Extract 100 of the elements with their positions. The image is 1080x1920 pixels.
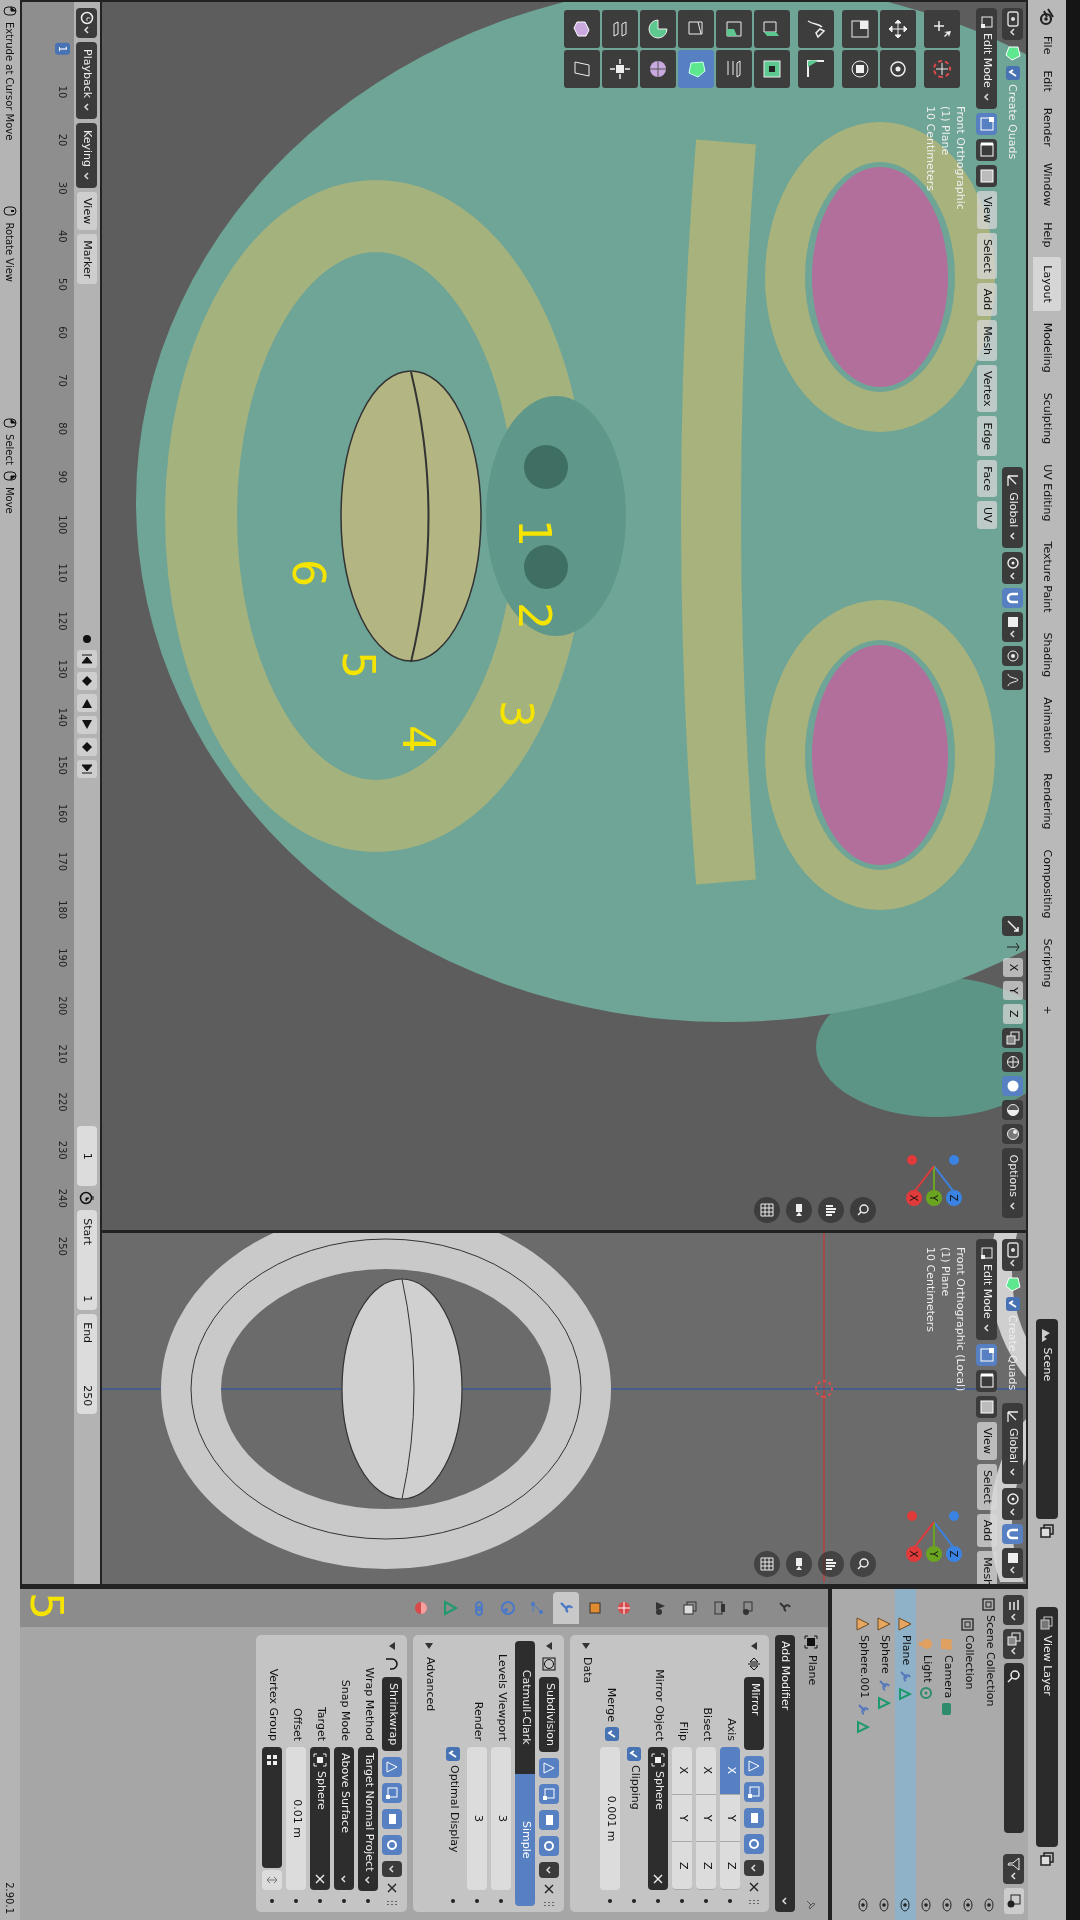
frame-number: 50: [56, 278, 69, 291]
axis-toggle[interactable]: Z: [720, 1842, 741, 1890]
workspace-tab[interactable]: Modeling: [1032, 314, 1062, 381]
frame-number: 20: [56, 133, 69, 147]
frame-number: 250: [56, 1236, 69, 1256]
number-field[interactable]: 3: [491, 1747, 512, 1890]
header-menu[interactable]: Mesh: [977, 320, 997, 362]
scene-selector[interactable]: Scene: [1035, 1318, 1059, 1519]
header-menu[interactable]: Keying: [76, 123, 98, 189]
menu-item[interactable]: Render: [1036, 101, 1058, 153]
number-field[interactable]: 3: [467, 1747, 488, 1890]
axis-toggle[interactable]: Y: [696, 1794, 717, 1843]
menu-item[interactable]: Help: [1036, 216, 1058, 254]
annotation-number: 5: [336, 651, 380, 679]
modifier-name-field[interactable]: Mirror: [744, 1677, 765, 1750]
menu-item[interactable]: Edit: [1036, 64, 1058, 98]
workspace-tab[interactable]: UV Editing: [1032, 456, 1062, 530]
axis-toggle[interactable]: Z: [672, 1842, 693, 1890]
viewport-info-text: Front Orthographic: [953, 106, 968, 210]
menu-item[interactable]: Window: [1036, 156, 1058, 213]
modifier-name-field[interactable]: Shrinkwrap: [382, 1677, 403, 1752]
checkbox-label: Create Quads: [1005, 84, 1021, 160]
menu-item[interactable]: File: [1036, 30, 1058, 61]
outliner-row[interactable]: Plane: [895, 1589, 916, 1920]
segmented-option[interactable]: Simple: [515, 1773, 536, 1906]
axis-toggle[interactable]: X: [1003, 957, 1023, 978]
frame-number: 180: [56, 900, 69, 920]
workspace-tab[interactable]: Scripting: [1032, 930, 1062, 996]
field-label: Start: [80, 1218, 96, 1246]
header-menu[interactable]: Marker: [77, 234, 97, 285]
header-menu[interactable]: Select: [977, 232, 997, 279]
field-label: Render: [470, 1700, 486, 1741]
workspace-tab[interactable]: Rendering: [1032, 765, 1062, 838]
subpanel-title[interactable]: Data: [578, 1657, 595, 1684]
outliner-item-label: Plane: [898, 1635, 914, 1666]
checkbox[interactable]: Optimal Display: [445, 1747, 462, 1853]
frame-number: 100: [56, 515, 69, 535]
dropdown-field[interactable]: Above Surface: [334, 1747, 355, 1890]
workspace-tab[interactable]: Animation: [1032, 689, 1062, 762]
axis-toggle[interactable]: X: [696, 1747, 717, 1795]
playhead[interactable]: 1: [55, 42, 70, 56]
mode-dropdown[interactable]: Edit Mode: [976, 1239, 998, 1340]
options-dropdown[interactable]: Options: [1002, 1147, 1024, 1218]
view-layer-selector[interactable]: View Layer: [1035, 1606, 1059, 1847]
header-menu[interactable]: View: [977, 190, 997, 229]
workspace-tab[interactable]: Shading: [1032, 624, 1062, 686]
header-menu[interactable]: View: [77, 192, 97, 231]
mode-dropdown[interactable]: Edit Mode: [976, 8, 998, 109]
subpanel-title[interactable]: Advanced: [421, 1657, 438, 1712]
outliner-row[interactable]: Sphere: [874, 1589, 895, 1920]
start-frame-field[interactable]: Start 1: [77, 1210, 97, 1311]
object-field[interactable]: Sphere: [310, 1747, 331, 1890]
modifier-name-field[interactable]: Subdivision: [539, 1677, 560, 1753]
orientation-dropdown[interactable]: Global: [1002, 467, 1024, 549]
axis-toggle[interactable]: X: [720, 1747, 741, 1795]
outliner-row[interactable]: Light: [916, 1589, 937, 1920]
frame-number: 190: [56, 948, 69, 968]
axis-label: X: [908, 1194, 919, 1202]
add-modifier-dropdown[interactable]: Add Modifier: [775, 1635, 795, 1912]
outliner-row[interactable]: Collection: [958, 1589, 979, 1920]
add-workspace-tab[interactable]: +: [1036, 999, 1058, 1021]
status-hint: Rotate View: [3, 222, 17, 283]
header-menu[interactable]: Playback: [76, 42, 98, 120]
header-menu[interactable]: Add: [977, 1513, 997, 1548]
header-menu[interactable]: Add: [977, 282, 997, 317]
workspace-tab[interactable]: Compositing: [1032, 841, 1062, 927]
object-field[interactable]: Sphere: [648, 1747, 669, 1890]
header-menu[interactable]: Face: [977, 460, 997, 497]
axis-toggle[interactable]: Y: [672, 1794, 693, 1843]
version-text: 2.90.1: [3, 1882, 17, 1914]
outliner-row[interactable]: Sphere.001: [853, 1589, 874, 1920]
outliner-row[interactable]: Scene Collection: [979, 1589, 1000, 1920]
header-menu[interactable]: Vertex: [977, 365, 997, 413]
workspace-tab[interactable]: Sculpting: [1032, 384, 1062, 453]
field-value: 1: [80, 1295, 96, 1303]
frame-field[interactable]: 1: [77, 1126, 97, 1187]
field-label: Levels Viewport: [494, 1653, 510, 1741]
segmented-option[interactable]: Catmull-Clark: [515, 1641, 536, 1774]
header-menu[interactable]: Select: [977, 1463, 997, 1510]
frame-number: 150: [56, 755, 69, 775]
number-field[interactable]: 0.01 m: [286, 1747, 307, 1890]
checkbox[interactable]: Clipping: [626, 1747, 643, 1810]
frame-number: 10: [56, 85, 69, 99]
axis-toggle[interactable]: Y: [720, 1794, 741, 1843]
orientation-dropdown[interactable]: Global: [1002, 1402, 1024, 1484]
dropdown-field[interactable]: Target Normal Project: [358, 1747, 379, 1892]
end-frame-field[interactable]: End 250: [77, 1314, 97, 1415]
axis-toggle[interactable]: Y: [1003, 981, 1023, 1000]
axis-toggle[interactable]: X: [672, 1747, 693, 1795]
outliner-row[interactable]: Camera: [937, 1589, 958, 1920]
workspace-tab[interactable]: Layout: [1032, 257, 1062, 311]
status-hint: Extrude at Cursor Move: [3, 22, 17, 141]
axis-toggle[interactable]: Z: [696, 1842, 717, 1890]
header-menu[interactable]: Edge: [977, 416, 997, 457]
axis-toggle[interactable]: Z: [1003, 1004, 1023, 1024]
header-menu[interactable]: View: [977, 1421, 997, 1460]
workspace-tab[interactable]: Texture Paint: [1032, 533, 1062, 621]
header-menu[interactable]: UV: [977, 501, 997, 529]
axis-label: Z: [948, 1550, 959, 1558]
number-field[interactable]: 0.001 m: [600, 1747, 621, 1890]
